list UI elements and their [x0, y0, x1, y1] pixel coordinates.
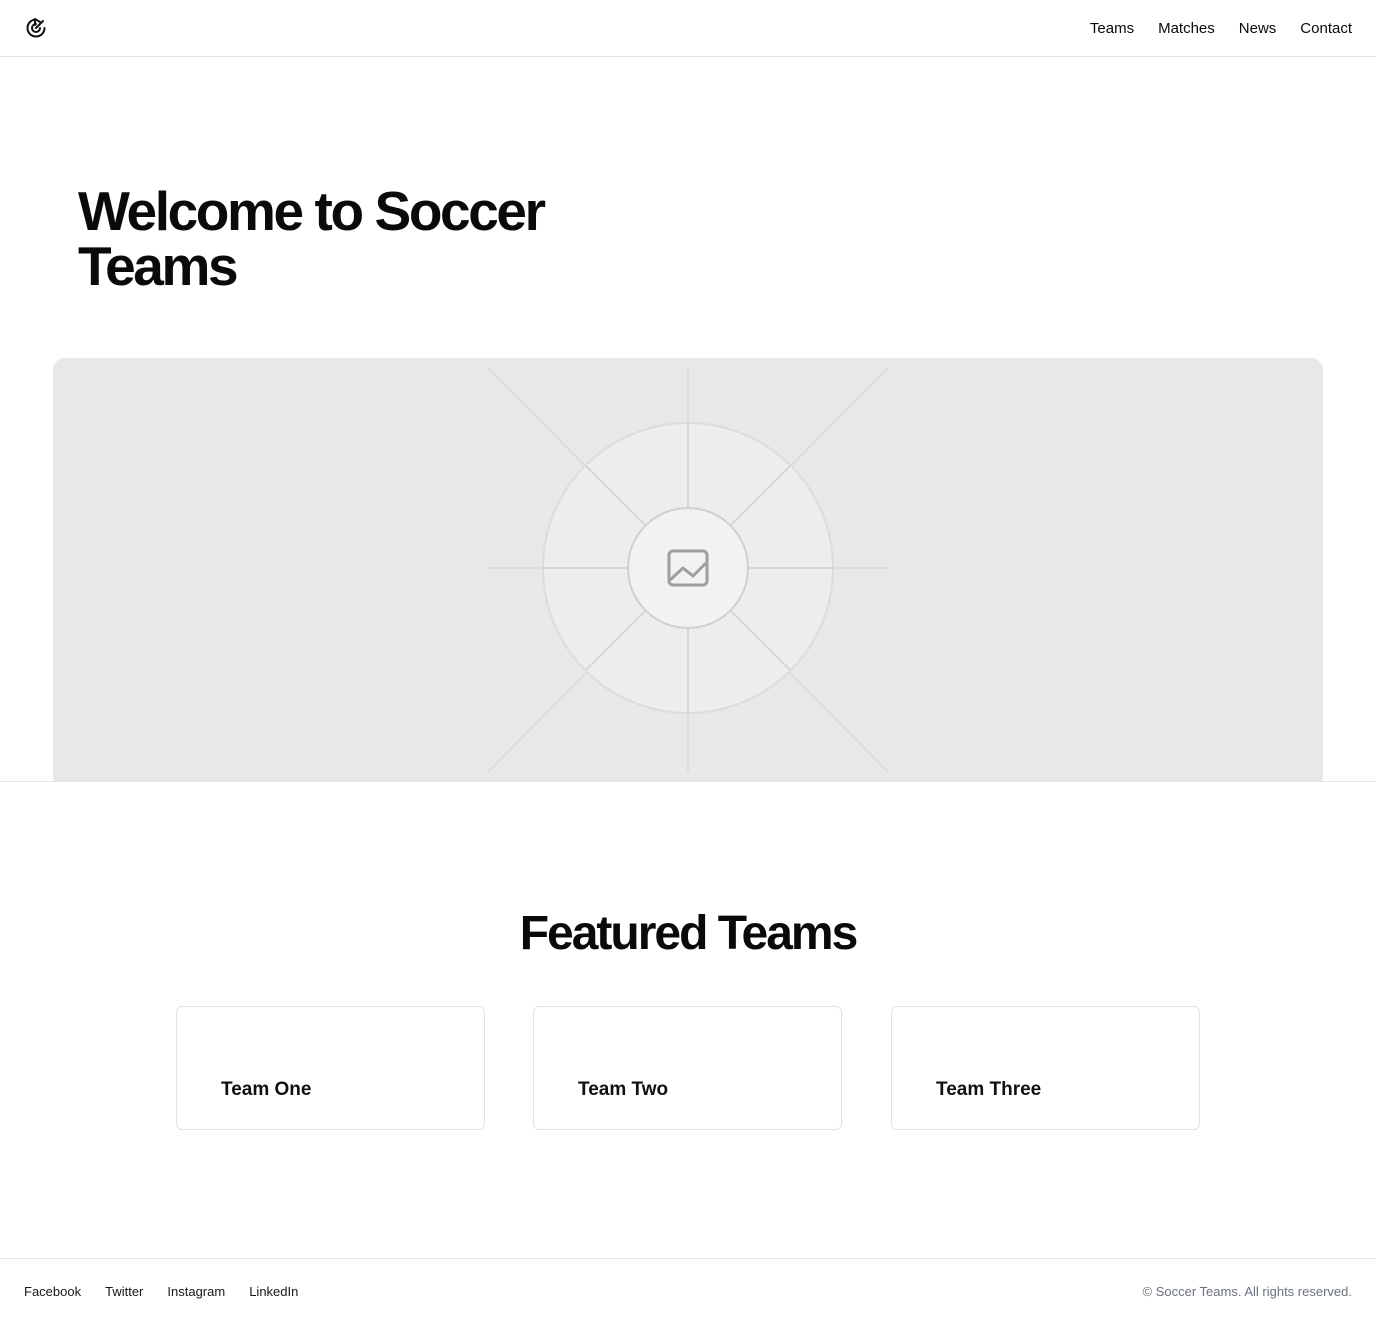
featured-teams-title: Featured Teams: [519, 907, 859, 960]
site-footer: Facebook Twitter Instagram LinkedIn © So…: [0, 1258, 1376, 1323]
team-name: Team Two: [578, 1079, 669, 1100]
logo-icon[interactable]: [24, 16, 48, 40]
nav-contact[interactable]: Contact: [1300, 20, 1352, 37]
copyright-text: © Soccer Teams. All rights reserved.: [1142, 1283, 1352, 1299]
image-placeholder-icon: [53, 358, 1323, 782]
footer-links: Facebook Twitter Instagram LinkedIn: [24, 1259, 298, 1323]
footer-link-facebook[interactable]: Facebook: [24, 1284, 81, 1299]
nav-matches[interactable]: Matches: [1158, 20, 1215, 37]
nav-teams[interactable]: Teams: [1090, 20, 1134, 37]
main-nav: Teams Matches News Contact: [1090, 0, 1352, 56]
nav-news[interactable]: News: [1239, 20, 1277, 37]
team-card-three[interactable]: Team Three: [891, 1006, 1200, 1130]
footer-link-linkedin[interactable]: LinkedIn: [249, 1284, 298, 1299]
site-header: Teams Matches News Contact: [0, 0, 1376, 57]
footer-link-instagram[interactable]: Instagram: [167, 1284, 225, 1299]
team-card-one[interactable]: Team One: [176, 1006, 485, 1130]
team-name: Team One: [221, 1079, 312, 1100]
hero-divider: [0, 781, 1376, 782]
team-name: Team Three: [936, 1079, 1042, 1100]
footer-link-twitter[interactable]: Twitter: [105, 1284, 143, 1299]
hero-image-placeholder: [53, 358, 1323, 782]
hero-title: Welcome to Soccer Teams: [78, 180, 546, 297]
team-card-two[interactable]: Team Two: [533, 1006, 842, 1130]
